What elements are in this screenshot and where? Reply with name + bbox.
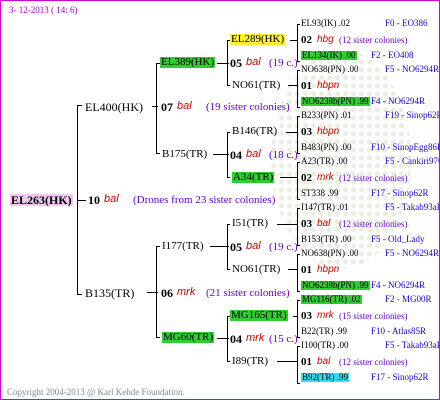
ancestor-top-line-2: F5 - NO6294R xyxy=(385,64,440,74)
ancestor-year-3: 03 xyxy=(301,126,312,138)
ancestor-bottom-line-8: F17 - Sinop62R xyxy=(371,372,429,382)
ancestor-bottom-6[interactable]: NO6238b(PN) .99 xyxy=(301,281,370,290)
ancestor-sisters-7: (15 sister colonies) xyxy=(339,311,408,321)
ancestor-year-4: 02 xyxy=(301,172,312,184)
ancestor-top-5[interactable]: I147(TR) .01 xyxy=(301,203,349,212)
ancestor-bottom-line-4: F17 - Sinop62R xyxy=(371,188,429,198)
gen3-queen-2[interactable]: NO61(TR) xyxy=(232,80,280,91)
gen1-1-year: 07 xyxy=(161,100,173,114)
ancestor-top-line-1: F0 - EO386 xyxy=(385,18,428,28)
gen2-queen-4[interactable]: MG60(TR) xyxy=(162,332,215,343)
ancestor-year-8: 01 xyxy=(301,356,312,368)
gen2-3-sisters: (19 c.) xyxy=(269,241,298,253)
gen2-1-sisters: (19 c.) xyxy=(269,57,298,69)
gen2-queen-2[interactable]: B175(TR) xyxy=(162,149,207,160)
gen1-1-sisters: (19 sister colonies) xyxy=(206,101,290,113)
ancestor-code-2: hbpn xyxy=(317,80,340,91)
gen1-queen-1[interactable]: EL400(HK) xyxy=(85,101,143,113)
ancestor-top-line-4: F5 - Cankiri97Q xyxy=(385,156,440,166)
ancestor-code-3: hbpn xyxy=(317,126,340,137)
ancestor-top-line-5: F5 - Takab93aR xyxy=(385,202,440,212)
gen3-queen-8[interactable]: I89(TR) xyxy=(232,356,268,367)
ancestor-top-line-6: F5 - NO6294R xyxy=(385,248,440,258)
ancestor-top-line-7: F2 - MG00R xyxy=(385,294,432,304)
root-queen[interactable]: EL263(HK) xyxy=(10,194,73,206)
gen3-queen-5[interactable]: I51(TR) xyxy=(232,218,268,229)
ancestor-code-4: mrk xyxy=(317,172,334,183)
gen2-2-code: bal xyxy=(246,148,261,160)
gen2-queen-1[interactable]: EL389(HK) xyxy=(160,57,216,68)
copyright: Copyright 2004-2013 @ Karl Kehde Foundat… xyxy=(7,387,185,397)
gen1-queen-2[interactable]: B135(TR) xyxy=(85,287,134,299)
gen1-2-sisters: (21 sister colonies) xyxy=(206,287,290,299)
ancestor-code-6: hbpn xyxy=(317,264,340,275)
ancestor-year-5: 03 xyxy=(301,218,312,230)
gen3-queen-7[interactable]: MG165(TR) xyxy=(230,310,288,321)
ancestor-bottom-line-2: F4 - NO6294R xyxy=(371,96,426,106)
ancestor-bottom-line-3: F10 - SinopEgg86R xyxy=(371,142,440,152)
pedigree-chart: { "header": { "date_line": "3- 12-2013 (… xyxy=(0,0,440,400)
ancestor-year-2: 01 xyxy=(301,80,312,92)
ancestor-bottom-line-1: F2 - EO408 xyxy=(371,50,414,60)
gen3-queen-3[interactable]: B146(TR) xyxy=(232,126,277,137)
gen3-queen-4[interactable]: A34(TR) xyxy=(232,172,275,183)
ancestor-code-7: mrk xyxy=(317,310,334,321)
root-year: 10 xyxy=(88,193,100,207)
ancestor-bottom-1[interactable]: EL134(IK) .00 xyxy=(301,51,357,60)
gen2-4-sisters: (15 c.) xyxy=(269,333,298,345)
gen2-2-sisters: (18 c.) xyxy=(269,149,298,161)
gen3-queen-6[interactable]: NO61(TR) xyxy=(232,264,280,275)
gen2-4-year: 04 xyxy=(230,332,242,346)
root-sisters: (Drones from 23 sister colonies) xyxy=(133,194,276,206)
ancestor-sisters-4: (12 sister colonies) xyxy=(339,173,408,183)
ancestor-top-8[interactable]: I100(TR) .00 xyxy=(301,341,349,350)
ancestor-bottom-4[interactable]: ST338 .99 xyxy=(301,189,339,198)
ancestor-year-6: 01 xyxy=(301,264,312,276)
ancestor-bottom-line-7: F10 - Atlas85R xyxy=(371,326,427,336)
ancestor-bottom-2[interactable]: NO6238b(PN) .99 xyxy=(301,97,370,106)
ancestor-year-1: 02 xyxy=(301,34,312,46)
ancestor-sisters-8: (12 sister colonies) xyxy=(339,357,408,367)
gen2-1-code: bal xyxy=(246,56,261,68)
ancestor-bottom-line-5: F5 - Old_Lady xyxy=(371,234,425,244)
gen1-2-code: mrk xyxy=(177,286,196,298)
ancestor-bottom-3[interactable]: B483(PN) .00 xyxy=(301,143,352,152)
ancestor-top-4[interactable]: A23(TR) .00 xyxy=(301,157,348,166)
ancestor-bottom-7[interactable]: B22(TR) .99 xyxy=(301,327,347,336)
ancestor-top-1[interactable]: EL93(IK) .02 xyxy=(301,19,350,28)
gen3-queen-1[interactable]: EL289(HK) xyxy=(230,34,286,45)
date-line: 3- 12-2013 ( 14: 6) xyxy=(9,5,78,15)
ancestor-sisters-1: (12 sister colonies) xyxy=(339,35,408,45)
ancestor-top-6[interactable]: NO638(PN) .00 xyxy=(301,249,359,258)
ancestor-top-7[interactable]: MG116(TR) .02 xyxy=(301,295,362,304)
gen2-queen-3[interactable]: I177(TR) xyxy=(162,241,204,252)
ancestor-top-2[interactable]: NO638(PN) .00 xyxy=(301,65,359,74)
ancestor-top-line-8: F5 - Takab93aR xyxy=(385,340,440,350)
ancestor-sisters-5: (12 sister colonies) xyxy=(339,219,408,229)
gen1-2-year: 06 xyxy=(161,286,173,300)
ancestor-top-line-3: F19 - Sinop62R xyxy=(385,110,440,120)
ancestor-code-8: bal xyxy=(317,356,331,367)
ancestor-top-3[interactable]: B233(PN) .01 xyxy=(301,111,352,120)
ancestor-bottom-5[interactable]: B153(TR) .00 xyxy=(301,235,352,244)
gen2-2-year: 04 xyxy=(230,148,242,162)
ancestor-bottom-8[interactable]: B92(TR) .99 xyxy=(301,373,349,382)
ancestor-bottom-line-6: F4 - NO6294R xyxy=(371,280,426,290)
root-code: bal xyxy=(104,193,119,205)
gen2-1-year: 05 xyxy=(230,56,242,70)
gen2-3-year: 05 xyxy=(230,240,242,254)
gen2-3-code: bal xyxy=(246,240,261,252)
ancestor-year-7: 03 xyxy=(301,310,312,322)
ancestor-code-5: bal xyxy=(317,218,331,229)
ancestor-code-1: hbg xyxy=(317,34,334,45)
gen1-1-code: bal xyxy=(177,100,192,112)
gen2-4-code: mrk xyxy=(246,332,265,344)
